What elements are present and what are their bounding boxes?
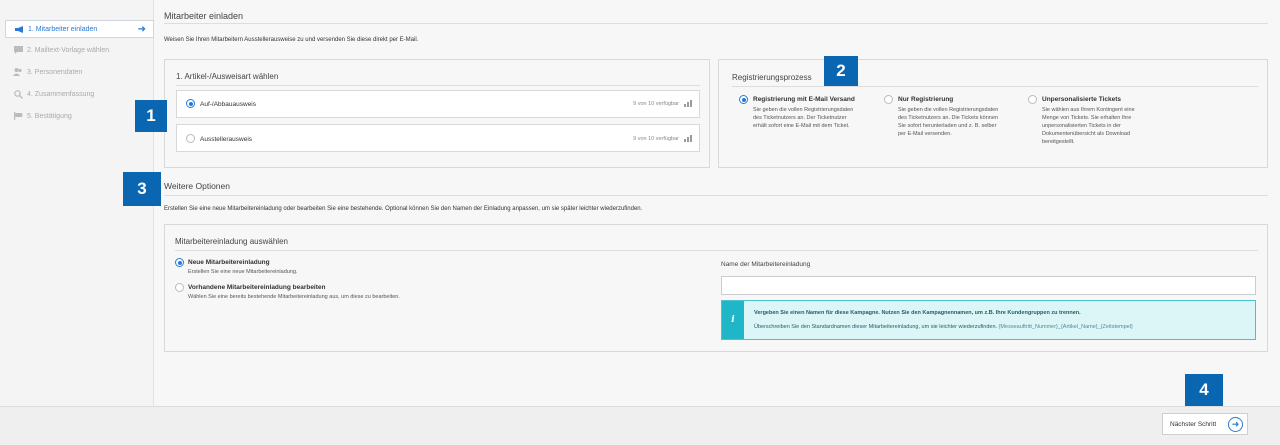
sidebar-item-zusammenfassung[interactable]: 4. Zusammenfassung — [5, 85, 154, 103]
option-label: Ausstellerausweis — [200, 136, 253, 143]
info-text: Überschreiben Sie den Standardnamen dies… — [754, 324, 1133, 330]
availability-count: 9 von 10 verfügbar — [633, 101, 679, 107]
desc-line: Menge von Tickets. Sie erhalten Ihre — [1042, 115, 1132, 121]
callout-badge-1: 1 — [135, 100, 167, 132]
desc-line: Sie sofort herunterladen und z. B. selbe… — [898, 123, 997, 129]
option-description: Sie wählen aus Ihrem Kontingent eine Men… — [1042, 106, 1135, 146]
article-option-ausstellerausweis[interactable]: Ausstellerausweis 9 von 10 verfügbar — [176, 124, 700, 152]
sidebar-item-label: 2. Mailtext-Vorlage wählen — [27, 46, 110, 54]
callout-badge-3: 3 — [123, 172, 161, 206]
divider — [732, 86, 1258, 87]
invitation-panel-title: Mitarbeitereinladung auswählen — [175, 237, 288, 246]
radio-button[interactable] — [186, 99, 195, 108]
info-text-pattern: {Messeauftritt_Nummer}_{Artikel_Name}_{Z… — [998, 324, 1133, 330]
divider — [164, 23, 1268, 24]
invitation-name-input[interactable] — [721, 276, 1256, 295]
desc-line: des Ticketnutzers an. Die Tickets können — [898, 115, 998, 121]
arrow-right-icon: ➜ — [137, 24, 146, 35]
desc-line: Sie geben die vollen Registrierungsdaten — [898, 107, 999, 113]
option-description: Wählen Sie eine bereits bestehende Mitar… — [188, 294, 400, 300]
desc-line: Sie geben die vollen Registrierungsdaten — [753, 107, 854, 113]
radio-vorhandene-einladung[interactable] — [175, 283, 184, 292]
callout-badge-4: 4 — [1185, 374, 1223, 406]
divider — [164, 195, 1268, 196]
sidebar-item-mailtext-vorlage[interactable]: 2. Mailtext-Vorlage wählen — [5, 41, 154, 59]
desc-line: Sie wählen aus Ihrem Kontingent eine — [1042, 107, 1135, 113]
signal-bars-icon — [684, 135, 692, 142]
page-intro: Weisen Sie Ihren Mitarbeitern Aussteller… — [164, 37, 419, 43]
desc-line: des Ticketnutzers an. Der Ticketnutzer — [753, 115, 847, 121]
next-step-label: Nächster Schritt — [1170, 420, 1217, 428]
info-icon: i — [722, 301, 744, 339]
divider — [175, 250, 1258, 251]
availability-count: 9 von 10 verfügbar — [633, 136, 679, 142]
radio-nur-registrierung[interactable] — [884, 95, 893, 104]
flag-icon — [12, 112, 24, 120]
megaphone-icon — [13, 25, 25, 33]
radio-button[interactable] — [186, 134, 195, 143]
article-option-auf-abbauausweis[interactable]: Auf-/Abbauausweis 9 von 10 verfügbar — [176, 90, 700, 118]
divider — [176, 85, 700, 86]
option-label: Neue Mitarbeitereinladung — [188, 259, 270, 266]
desc-line: per E-Mail versenden. — [898, 131, 952, 137]
signal-bars-icon — [684, 100, 692, 107]
section-title-weitere-optionen: Weitere Optionen — [164, 181, 230, 191]
info-headline: Vergeben Sie einen Namen für diese Kampa… — [754, 310, 1081, 316]
option-description: Sie geben die vollen Registrierungsdaten… — [898, 106, 998, 138]
search-icon — [12, 89, 24, 99]
info-text-main: Überschreiben Sie den Standardnamen dies… — [754, 324, 998, 330]
option-title: Registrierung mit E-Mail Versand — [753, 96, 855, 103]
section-description: Erstellen Sie eine neue Mitarbeitereinla… — [164, 206, 643, 212]
sidebar-item-mitarbeiter-einladen[interactable]: 1. Mitarbeiter einladen ➜ — [5, 20, 154, 38]
sidebar-item-label: 3. Personendaten — [27, 68, 83, 76]
option-title: Unpersonalisierte Tickets — [1042, 96, 1121, 103]
radio-neue-einladung[interactable] — [175, 258, 184, 267]
name-field-label: Name der Mitarbeitereinladung — [721, 261, 811, 268]
option-title: Nur Registrierung — [898, 96, 954, 103]
sidebar-item-personendaten[interactable]: 3. Personendaten — [5, 63, 154, 81]
people-icon — [12, 68, 24, 76]
callout-badge-2: 2 — [824, 56, 858, 86]
article-panel-title: 1. Artikel-/Ausweisart wählen — [176, 72, 279, 81]
desc-line: bereitgestellt. — [1042, 139, 1075, 145]
page-title: Mitarbeiter einladen — [164, 11, 244, 21]
next-step-button[interactable]: Nächster Schritt ➜ — [1162, 413, 1248, 435]
footer-bar — [0, 406, 1280, 445]
option-label: Auf-/Abbauausweis — [200, 101, 257, 108]
registration-panel-title: Registrierungsprozess — [732, 73, 812, 82]
info-box: i Vergeben Sie einen Namen für diese Kam… — [721, 300, 1256, 340]
arrow-right-circle-icon: ➜ — [1228, 417, 1243, 432]
option-description: Sie geben die vollen Registrierungsdaten… — [753, 106, 853, 130]
desc-line: erhält sofort eine E-Mail mit dem Ticket… — [753, 123, 850, 129]
desc-line: unpersonalisierten Tickets in der — [1042, 123, 1121, 129]
sidebar-item-bestaetigung[interactable]: 5. Bestätigung — [5, 107, 154, 125]
option-description: Erstellen Sie eine neue Mitarbeitereinla… — [188, 269, 298, 275]
chat-icon — [12, 46, 24, 54]
desc-line: Dokumentenübersicht als Download — [1042, 131, 1131, 137]
radio-registrierung-email[interactable] — [739, 95, 748, 104]
option-label: Vorhandene Mitarbeitereinladung bearbeit… — [188, 284, 326, 291]
radio-unpersonalisierte-tickets[interactable] — [1028, 95, 1037, 104]
sidebar-item-label: 5. Bestätigung — [27, 112, 72, 120]
sidebar-item-label: 1. Mitarbeiter einladen — [28, 25, 98, 33]
sidebar-item-label: 4. Zusammenfassung — [27, 90, 95, 98]
